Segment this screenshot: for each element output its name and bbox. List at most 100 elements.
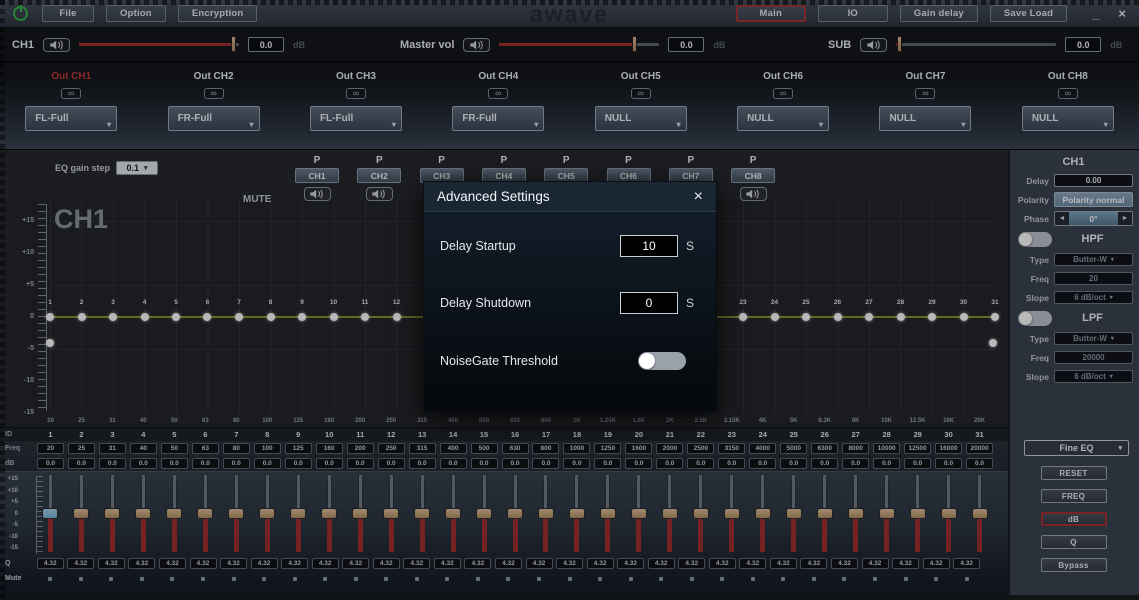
band-db-field[interactable]: 0.0 (347, 458, 374, 469)
output-route-select-1[interactable]: FL-Full▾ (25, 106, 117, 131)
panel-button-reset[interactable]: RESET (1041, 466, 1107, 480)
band-q-field[interactable]: 4.32 (648, 558, 675, 569)
band-mute-dot[interactable] (476, 577, 480, 581)
band-mute-dot[interactable] (781, 577, 785, 581)
eq-band-dot-11[interactable] (361, 313, 369, 321)
band-db-field[interactable]: 0.0 (378, 458, 405, 469)
band-db-field[interactable]: 0.0 (99, 458, 126, 469)
output-channel-name-5[interactable]: Out CH5 (621, 71, 661, 82)
lpf-freq-field[interactable]: 20000 (1054, 351, 1133, 364)
band-freq-field[interactable]: 800 (532, 443, 559, 454)
band-q-field[interactable]: 4.32 (892, 558, 919, 569)
band-q-field[interactable]: 4.32 (678, 558, 705, 569)
band-mute-dot[interactable] (873, 577, 877, 581)
tab-ch2[interactable]: CH2 (357, 168, 401, 183)
menu-button-encryption[interactable]: Encryption (178, 5, 258, 22)
band-freq-field[interactable]: 12500 (904, 443, 931, 454)
eq-band-dot-12[interactable] (393, 313, 401, 321)
close-button[interactable]: × (1118, 9, 1126, 19)
band-freq-field[interactable]: 25 (68, 443, 95, 454)
ch1-volume-value[interactable]: 0.0 (248, 37, 284, 52)
parametric-flag-ch1[interactable]: P (314, 155, 321, 166)
band-db-field[interactable]: 0.0 (594, 458, 621, 469)
band-db-field[interactable]: 0.0 (223, 458, 250, 469)
band-q-field[interactable]: 4.32 (342, 558, 369, 569)
parametric-flag-ch4[interactable]: P (501, 155, 508, 166)
band-db-field[interactable]: 0.0 (842, 458, 869, 469)
dialog-close-button[interactable]: × (694, 189, 703, 205)
band-mute-dot[interactable] (506, 577, 510, 581)
band-freq-field[interactable]: 5000 (780, 443, 807, 454)
hpf-slope-select[interactable]: 6 dB/oct▾ (1054, 291, 1133, 304)
band-q-field[interactable]: 4.32 (862, 558, 889, 569)
master-mute-button[interactable] (463, 38, 490, 52)
fader-handle-21[interactable] (662, 508, 678, 519)
output-channel-name-6[interactable]: Out CH6 (763, 71, 803, 82)
fader-handle-8[interactable] (259, 508, 275, 519)
fader-handle-17[interactable] (538, 508, 554, 519)
band-freq-field[interactable]: 31 (99, 443, 126, 454)
band-db-field[interactable]: 0.0 (718, 458, 745, 469)
fader-handle-3[interactable] (104, 508, 120, 519)
fader-handle-13[interactable] (414, 508, 430, 519)
hpf-marker[interactable] (46, 339, 54, 347)
band-freq-field[interactable]: 315 (409, 443, 436, 454)
link-icon[interactable]: ∞ (61, 88, 81, 99)
menu-button-file[interactable]: File (42, 5, 94, 22)
band-freq-field[interactable]: 125 (285, 443, 312, 454)
fader-handle-18[interactable] (569, 508, 585, 519)
fader-handle-11[interactable] (352, 508, 368, 519)
band-q-field[interactable]: 4.32 (800, 558, 827, 569)
panel-button-freq[interactable]: FREQ (1041, 489, 1107, 503)
parametric-flag-ch2[interactable]: P (376, 155, 383, 166)
band-mute-dot[interactable] (262, 577, 266, 581)
fader-handle-4[interactable] (135, 508, 151, 519)
link-icon[interactable]: ∞ (773, 88, 793, 99)
band-mute-dot[interactable] (170, 577, 174, 581)
band-mute-dot[interactable] (293, 577, 297, 581)
band-db-field[interactable]: 0.0 (563, 458, 590, 469)
band-q-field[interactable]: 4.32 (220, 558, 247, 569)
band-db-field[interactable]: 0.0 (873, 458, 900, 469)
band-mute-dot[interactable] (232, 577, 236, 581)
band-db-field[interactable]: 0.0 (749, 458, 776, 469)
band-q-field[interactable]: 4.32 (67, 558, 94, 569)
eq-band-dot-25[interactable] (802, 313, 810, 321)
fader-handle-19[interactable] (600, 508, 616, 519)
band-q-field[interactable]: 4.32 (770, 558, 797, 569)
band-db-field[interactable]: 0.0 (966, 458, 993, 469)
band-freq-field[interactable]: 4000 (749, 443, 776, 454)
eq-band-dot-28[interactable] (897, 313, 905, 321)
band-db-field[interactable]: 0.0 (316, 458, 343, 469)
output-route-select-7[interactable]: NULL▾ (879, 106, 971, 131)
hpf-freq-field[interactable]: 20 (1054, 272, 1133, 285)
eq-band-dot-23[interactable] (739, 313, 747, 321)
band-db-field[interactable]: 0.0 (625, 458, 652, 469)
band-mute-dot[interactable] (842, 577, 846, 581)
delay-shutdown-input[interactable]: 0 (620, 292, 678, 314)
link-icon[interactable]: ∞ (204, 88, 224, 99)
fader-handle-6[interactable] (197, 508, 213, 519)
eq-band-dot-31[interactable] (991, 313, 999, 321)
phase-decrement-button[interactable]: ◄ (1055, 212, 1069, 225)
band-q-field[interactable]: 4.32 (923, 558, 950, 569)
band-db-field[interactable]: 0.0 (904, 458, 931, 469)
band-mute-dot[interactable] (323, 577, 327, 581)
band-db-field[interactable]: 0.0 (130, 458, 157, 469)
sub-volume-slider[interactable] (896, 43, 1056, 46)
eq-band-dot-30[interactable] (960, 313, 968, 321)
hpf-type-select[interactable]: Butter-W▾ (1054, 253, 1133, 266)
eq-band-dot-24[interactable] (771, 313, 779, 321)
tab-ch1[interactable]: CH1 (295, 168, 339, 183)
band-freq-field[interactable]: 16000 (935, 443, 962, 454)
band-mute-dot[interactable] (965, 577, 969, 581)
fader-handle-25[interactable] (786, 508, 802, 519)
eq-band-dot-8[interactable] (267, 313, 275, 321)
band-q-field[interactable]: 4.32 (709, 558, 736, 569)
ch1-volume-slider[interactable] (79, 43, 239, 46)
eq-band-dot-29[interactable] (928, 313, 936, 321)
panel-button-q[interactable]: Q (1041, 535, 1107, 549)
band-q-field[interactable]: 4.32 (434, 558, 461, 569)
fader-handle-16[interactable] (507, 508, 523, 519)
output-channel-name-4[interactable]: Out CH4 (478, 71, 518, 82)
